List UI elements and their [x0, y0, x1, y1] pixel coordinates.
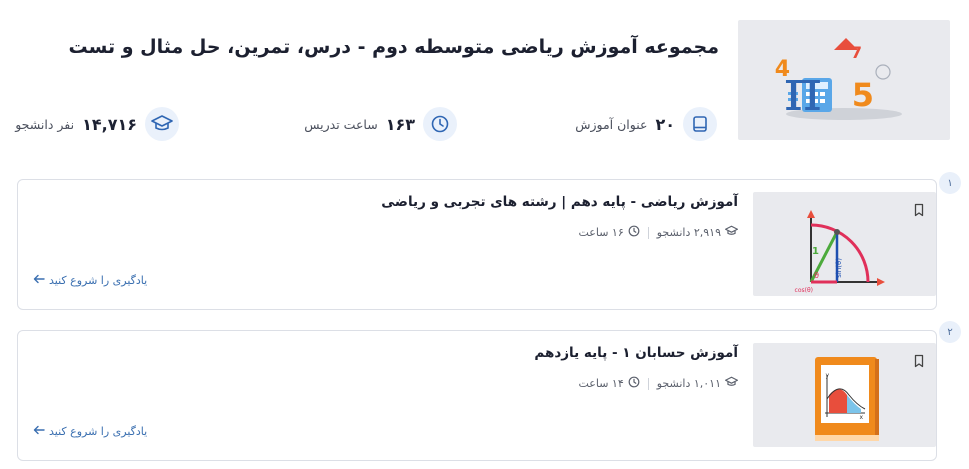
calculus-book-illustration: y x: [815, 357, 879, 441]
stat-hours-label: ساعت تدریس: [304, 116, 378, 132]
trig-circle-illustration: sin(θ) cos(θ) 1 θ: [795, 210, 885, 294]
course-hours: ۱۴ ساعت: [578, 376, 640, 391]
clock-icon: [423, 107, 457, 141]
meta-divider: [647, 377, 649, 390]
course-card[interactable]: y x آموزش حسابان ۱ - پایه یازدهم ۱,۰۱۱ د…: [17, 330, 937, 461]
course-index-badge: ۲: [939, 321, 961, 343]
course-meta: ۲,۹۱۹ دانشجو ۱۶ ساعت: [578, 225, 738, 240]
arrow-left-icon: [33, 274, 45, 287]
y-axis-label: y: [825, 372, 829, 379]
arrow-left-icon: [33, 425, 45, 438]
course-students: ۱,۰۱۱ دانشجو: [657, 376, 738, 391]
course-index-badge: ۱: [939, 172, 961, 194]
course-title[interactable]: آموزش ریاضی - پایه دهم | رشته های تجربی …: [381, 194, 738, 210]
bookmark-icon[interactable]: [912, 353, 926, 368]
stat-hours: ۱۶۳ ساعت تدریس: [304, 106, 457, 142]
stat-students-value: ۱۴,۷۱۶: [82, 114, 137, 134]
stat-courses-value: ۲۰: [655, 114, 675, 134]
collection-header: π 4 5 7 مجموعه آموزش ریاضی متوسطه دوم - …: [0, 0, 969, 160]
meta-divider: [647, 226, 649, 239]
hypotenuse-label: 1: [812, 246, 819, 257]
start-learning-label: یادگیری را شروع کنید: [49, 274, 148, 287]
course-hours-text: ۱۶ ساعت: [578, 226, 624, 239]
start-learning-label: یادگیری را شروع کنید: [49, 425, 148, 438]
book-icon: [683, 107, 717, 141]
course-students-text: ۱,۰۱۱ دانشجو: [656, 377, 721, 390]
graduation-cap-icon: [725, 225, 738, 240]
digit-7-glyph: 7: [851, 43, 862, 62]
stat-courses-label: عنوان آموزش: [575, 116, 648, 132]
bookmark-icon[interactable]: [912, 202, 926, 217]
digit-5-glyph: 5: [852, 76, 874, 114]
math-symbols-illustration: π 4 5 7: [775, 38, 902, 124]
cos-label: cos(θ): [795, 287, 813, 294]
course-students-text: ۲,۹۱۹ دانشجو: [656, 226, 721, 239]
theta-label: θ: [814, 271, 819, 280]
clock-icon: [628, 376, 640, 391]
collection-cover-image: π 4 5 7: [738, 20, 950, 140]
start-learning-link[interactable]: یادگیری را شروع کنید: [33, 274, 147, 287]
course-hours: ۱۶ ساعت: [578, 225, 640, 240]
x-axis-label: x: [859, 414, 863, 421]
course-card[interactable]: sin(θ) cos(θ) 1 θ آموزش ریاضی - پایه دهم…: [17, 179, 937, 310]
course-title[interactable]: آموزش حسابان ۱ - پایه یازدهم: [534, 345, 738, 361]
graduation-cap-icon: [725, 376, 738, 391]
course-thumbnail[interactable]: sin(θ) cos(θ) 1 θ: [753, 192, 936, 296]
digit-4-glyph: 4: [775, 57, 790, 82]
sin-label: sin(θ): [835, 258, 843, 278]
start-learning-link[interactable]: یادگیری را شروع کنید: [33, 425, 147, 438]
course-meta: ۱,۰۱۱ دانشجو ۱۴ ساعت: [578, 376, 738, 391]
course-thumbnail[interactable]: y x: [753, 343, 936, 447]
stat-students-label: نفر دانشجو: [15, 116, 75, 132]
stat-students: ۱۴,۷۱۶ نفر دانشجو: [15, 106, 179, 142]
clock-icon: [628, 225, 640, 240]
graduation-cap-icon: [145, 107, 179, 141]
page-title: مجموعه آموزش ریاضی متوسطه دوم - درس، تمر…: [68, 36, 719, 58]
stat-courses: ۲۰ عنوان آموزش: [575, 106, 717, 142]
stat-hours-value: ۱۶۳: [385, 114, 415, 134]
course-students: ۲,۹۱۹ دانشجو: [657, 225, 738, 240]
course-hours-text: ۱۴ ساعت: [578, 377, 624, 390]
